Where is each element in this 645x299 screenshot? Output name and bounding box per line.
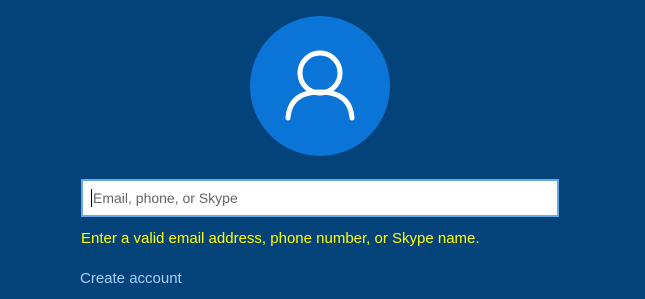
email-field[interactable] (81, 179, 559, 217)
create-account-link[interactable]: Create account (80, 270, 182, 287)
user-icon (285, 50, 355, 121)
text-caret (91, 189, 92, 207)
error-message: Enter a valid email address, phone numbe… (81, 230, 480, 247)
avatar (250, 16, 390, 156)
